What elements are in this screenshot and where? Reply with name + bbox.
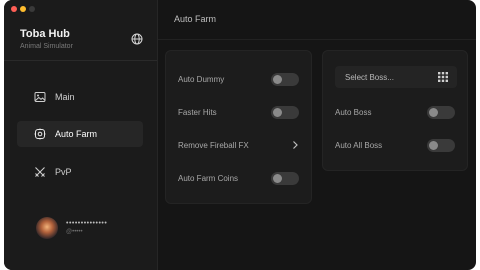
user-handle: @•••••: [66, 229, 83, 235]
globe-icon[interactable]: [131, 33, 143, 45]
faster-hits-toggle[interactable]: [271, 105, 299, 119]
sidebar-item-pvp[interactable]: PvP: [17, 159, 143, 185]
gear-icon: [34, 128, 46, 140]
sidebar-item-auto-farm[interactable]: Auto Farm: [17, 121, 143, 147]
option-auto-boss: Auto Boss: [335, 102, 455, 122]
sidebar-item-label: PvP: [55, 167, 72, 177]
option-label: Auto Boss: [335, 107, 372, 117]
header-divider: [158, 39, 476, 40]
select-boss-dropdown[interactable]: Select Boss...: [335, 66, 457, 88]
option-label: Remove Fireball FX: [178, 140, 249, 150]
option-label: Auto Farm Coins: [178, 173, 239, 183]
maximize-window-button[interactable]: [29, 6, 35, 12]
user-info: •••••••••••••• @•••••: [66, 220, 107, 236]
sidebar-item-label: Auto Farm: [55, 129, 98, 139]
option-auto-all-boss: Auto All Boss: [335, 135, 455, 155]
chevron-right-icon: [293, 141, 298, 149]
window-controls: [11, 6, 35, 12]
close-window-button[interactable]: [11, 6, 17, 12]
option-auto-dummy: Auto Dummy: [178, 69, 299, 89]
app-subtitle: Animal Simulator: [20, 43, 73, 50]
left-panel: Auto Dummy Faster Hits Remove Fireball F…: [165, 50, 312, 204]
auto-all-boss-toggle[interactable]: [427, 138, 455, 152]
user-profile[interactable]: •••••••••••••• @•••••: [36, 217, 107, 239]
option-faster-hits: Faster Hits: [178, 102, 299, 122]
right-panel: Select Boss... Auto Boss Auto All Boss: [322, 50, 468, 171]
sidebar-item-main[interactable]: Main: [17, 84, 143, 110]
option-label: Auto All Boss: [335, 140, 383, 150]
option-remove-fireball-fx[interactable]: Remove Fireball FX: [178, 135, 299, 155]
sidebar-divider: [4, 60, 157, 61]
select-boss-placeholder: Select Boss...: [345, 72, 394, 82]
app-window: Toba Hub Animal Simulator Main Auto Farm…: [4, 0, 476, 270]
auto-boss-toggle[interactable]: [427, 105, 455, 119]
option-auto-farm-coins: Auto Farm Coins: [178, 168, 299, 188]
auto-dummy-toggle[interactable]: [271, 72, 299, 86]
minimize-window-button[interactable]: [20, 6, 26, 12]
grid-icon: [438, 72, 448, 82]
sidebar: Toba Hub Animal Simulator Main Auto Farm…: [4, 0, 158, 270]
auto-farm-coins-toggle[interactable]: [271, 171, 299, 185]
crossed-swords-icon: [35, 167, 45, 177]
option-label: Auto Dummy: [178, 74, 225, 84]
avatar: [36, 217, 58, 239]
option-label: Faster Hits: [178, 107, 217, 117]
sidebar-item-label: Main: [55, 92, 75, 102]
page-title: Auto Farm: [174, 14, 217, 24]
image-icon: [34, 92, 46, 102]
app-title: Toba Hub: [20, 28, 70, 40]
user-name: ••••••••••••••: [66, 220, 108, 227]
